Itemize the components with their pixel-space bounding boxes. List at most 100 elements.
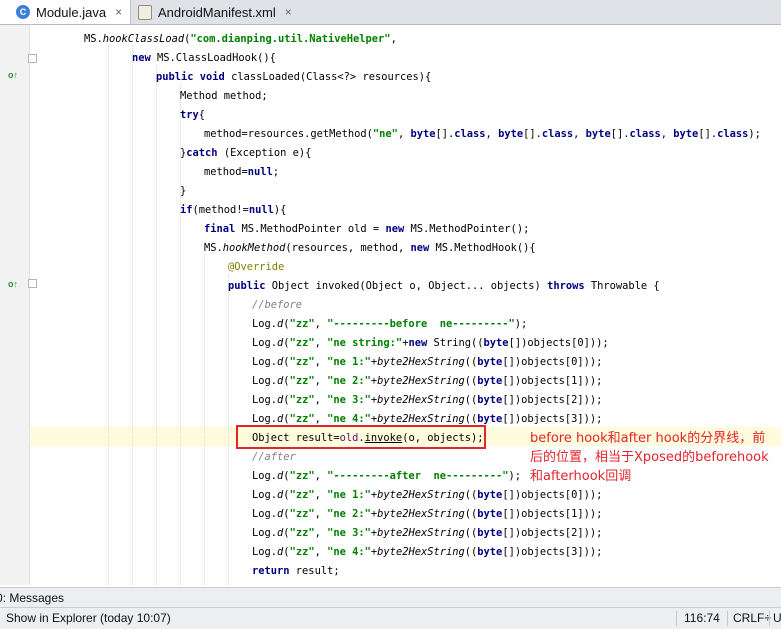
code-token: "zz": [289, 375, 315, 387]
line-separator-selector[interactable]: CRLF÷: [733, 608, 771, 629]
annotation-note: before hook和after hook的分界线，前后的位置，相当于Xpos…: [530, 431, 769, 484]
code-line: Log.d("zz", "ne 3:"+byte2HexString((byte…: [252, 391, 602, 410]
code-token: throws: [547, 280, 591, 292]
code-token: [])objects[2]));: [502, 394, 603, 406]
code-token: "ne 4:": [327, 546, 371, 558]
code-token: [].: [698, 128, 718, 140]
code-token: "zz": [289, 508, 315, 520]
code-token: {: [198, 109, 206, 121]
file-encoding-selector[interactable]: U: [773, 608, 781, 629]
code-token: ,: [314, 394, 328, 406]
tab-label: AndroidManifest.xml: [158, 4, 276, 20]
status-bar: Show in Explorer (today 10:07) 116:74 CR…: [0, 607, 781, 629]
code-token: result;: [295, 565, 340, 577]
code-token: "ne 1:": [327, 489, 371, 501]
code-token: byte: [477, 546, 503, 558]
code-token: classLoaded(Class<?> resources){: [231, 71, 432, 83]
code-token: );: [508, 470, 522, 482]
code-token: byte2HexString: [377, 375, 465, 387]
code-token: byte: [477, 375, 503, 387]
code-token: ,: [314, 508, 328, 520]
code-token: (method!=: [192, 204, 249, 216]
highlight-box: [236, 425, 486, 449]
indent-guide: [132, 45, 133, 585]
code-token: MS.MethodHook(){: [435, 242, 536, 254]
code-token: byte: [477, 489, 503, 501]
code-token: MS.MethodPointer old =: [241, 223, 386, 235]
code-token: Log.: [252, 470, 278, 482]
xml-file-icon: [138, 4, 152, 20]
code-token: String((: [433, 337, 484, 349]
code-token: new: [410, 242, 436, 254]
code-token: ){: [273, 204, 287, 216]
code-token: byte: [477, 413, 503, 425]
code-token: "ne 4:": [327, 413, 371, 425]
code-token: Log.: [252, 508, 278, 520]
tab-module-java[interactable]: C Module.java ×: [0, 0, 131, 24]
code-editor[interactable]: o↑ o↑ MS.hookClassLoad("com.dianping.uti…: [0, 25, 781, 585]
code-token: "ne string:": [327, 337, 403, 349]
code-token: byte: [477, 356, 503, 368]
code-token: byte: [498, 128, 524, 140]
code-token: [])objects[3]));: [502, 413, 603, 425]
caret-position[interactable]: 116:74: [684, 608, 720, 629]
code-line: Log.d("zz", "ne 2:"+byte2HexString((byte…: [252, 372, 602, 391]
code-token: ,: [314, 337, 328, 349]
code-token: new: [132, 52, 158, 64]
code-token: );: [514, 318, 528, 330]
code-token: new: [385, 223, 411, 235]
overriding-method-icon[interactable]: o↑: [8, 279, 18, 289]
code-token: "com.dianping.util.NativeHelper": [190, 33, 391, 45]
indent-guide: [228, 275, 229, 585]
code-token: byte: [483, 337, 509, 349]
code-line: MS.hookMethod(resources, method, new MS.…: [204, 239, 536, 258]
code-token: ((: [464, 489, 478, 501]
code-token: Log.: [252, 337, 278, 349]
code-token: ,: [314, 546, 328, 558]
code-token: byte: [477, 527, 503, 539]
fold-marker-icon[interactable]: [28, 54, 37, 63]
code-token: [])objects[0]));: [502, 489, 603, 501]
code-token: Log.: [252, 413, 278, 425]
code-token: ,: [573, 128, 586, 140]
code-line: final MS.MethodPointer old = new MS.Meth…: [204, 220, 529, 239]
tab-android-manifest[interactable]: AndroidManifest.xml ×: [138, 0, 303, 24]
code-line: Log.d("zz", "ne 1:"+byte2HexString((byte…: [252, 486, 602, 505]
code-line: method=resources.getMethod("ne", byte[].…: [204, 125, 761, 144]
tab-label: Module.java: [36, 4, 107, 20]
code-token: method=resources.getMethod(: [204, 128, 373, 140]
code-token: MS.MethodPointer();: [410, 223, 530, 235]
code-token: [])objects[1]));: [502, 508, 603, 520]
code-token: class: [454, 128, 486, 140]
code-token: "zz": [289, 318, 315, 330]
code-line: //before: [252, 296, 302, 315]
messages-tool-tab[interactable]: 0: Messages: [0, 588, 64, 608]
code-token: ((: [464, 546, 478, 558]
close-tab-icon[interactable]: ×: [115, 5, 122, 19]
code-token: method=: [204, 166, 248, 178]
code-token: byte2HexString: [377, 527, 465, 539]
close-tab-icon[interactable]: ×: [285, 5, 292, 19]
indent-guide: [108, 45, 109, 585]
code-token: "zz": [289, 413, 315, 425]
code-token: if: [180, 204, 193, 216]
overriding-method-icon[interactable]: o↑: [8, 70, 18, 80]
code-token: ,: [314, 356, 328, 368]
code-line: public Object invoked(Object o, Object..…: [228, 277, 660, 296]
code-token: ((: [464, 508, 478, 520]
code-token: Throwable {: [590, 280, 660, 292]
code-token: ,: [314, 489, 328, 501]
code-token: public void: [156, 71, 232, 83]
code-token: "zz": [289, 394, 315, 406]
code-token: "ne 3:": [327, 394, 371, 406]
code-token: final: [204, 223, 242, 235]
status-message: Show in Explorer (today 10:07): [6, 611, 171, 625]
editor-tab-bar: C Module.java × AndroidManifest.xml ×: [0, 0, 781, 25]
code-token: byte2HexString: [377, 356, 465, 368]
fold-marker-icon[interactable]: [28, 279, 37, 288]
code-token: class: [541, 128, 574, 140]
code-line: Log.d("zz", "ne 2:"+byte2HexString((byte…: [252, 505, 602, 524]
code-token: ,: [485, 128, 499, 140]
code-line: }catch (Exception e){: [180, 144, 311, 163]
code-token: ,: [397, 128, 411, 140]
